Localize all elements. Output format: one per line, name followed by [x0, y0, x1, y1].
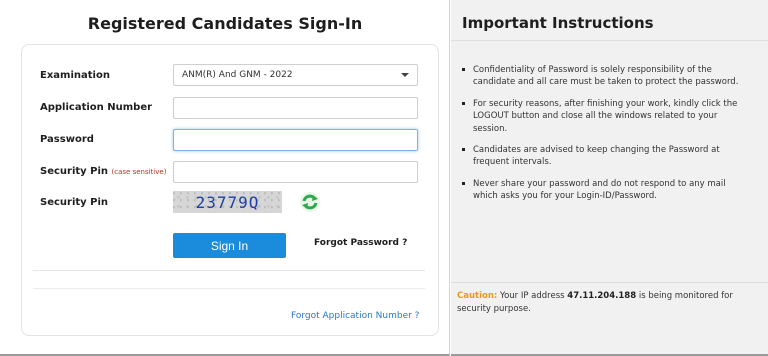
security-pin-captcha-label: Security Pin	[40, 197, 109, 208]
case-sensitive-hint: (case sensitive)	[111, 168, 167, 176]
captcha-text: 23779Q	[195, 192, 260, 212]
security-pin-input[interactable]	[173, 161, 418, 183]
captcha-image: 23779Q	[173, 191, 282, 213]
refresh-icon[interactable]	[299, 191, 321, 213]
examination-label: Examination	[40, 70, 110, 81]
instruction-item: Candidates are advised to keep changing …	[462, 144, 752, 169]
ip-address: 47.11.204.188	[567, 291, 637, 301]
divider	[451, 40, 768, 41]
examination-selected-value: ANM(R) And GNM - 2022	[182, 70, 293, 80]
chevron-down-icon	[401, 73, 409, 77]
caution-notice: Caution: Your IP address 47.11.204.188 i…	[457, 290, 763, 315]
security-pin-input-label-text: Security Pin	[40, 166, 109, 177]
divider	[33, 288, 425, 289]
instruction-item: Never share your password and do not res…	[462, 178, 752, 203]
signin-panel: Registered Candidates Sign-In Examinatio…	[0, 0, 450, 356]
signin-title: Registered Candidates Sign-In	[87, 14, 363, 33]
examination-select[interactable]: ANM(R) And GNM - 2022	[173, 64, 418, 86]
forgot-application-number-link[interactable]: Forgot Application Number ?	[291, 311, 419, 321]
signin-form-card	[21, 44, 439, 336]
application-number-input[interactable]	[173, 97, 418, 119]
password-label: Password	[40, 134, 94, 145]
page: Registered Candidates Sign-In Examinatio…	[0, 0, 768, 356]
caution-label: Caution:	[457, 291, 498, 301]
forgot-password-link[interactable]: Forgot Password ?	[314, 238, 407, 248]
sign-in-button[interactable]: Sign In	[173, 233, 286, 258]
application-number-label: Application Number	[40, 102, 153, 113]
security-pin-input-label: Security Pin (case sensitive)	[40, 166, 166, 177]
instruction-item: Confidentiality of Password is solely re…	[462, 64, 752, 89]
divider	[33, 270, 425, 271]
instructions-panel: Important Instructions Confidentiality o…	[451, 0, 768, 356]
caution-prefix: Your IP address	[500, 291, 565, 301]
instruction-item: For security reasons, after finishing yo…	[462, 98, 752, 135]
instructions-title: Important Instructions	[462, 14, 654, 32]
password-input[interactable]	[173, 129, 418, 151]
instructions-list: Confidentiality of Password is solely re…	[462, 64, 752, 212]
divider	[451, 282, 768, 283]
